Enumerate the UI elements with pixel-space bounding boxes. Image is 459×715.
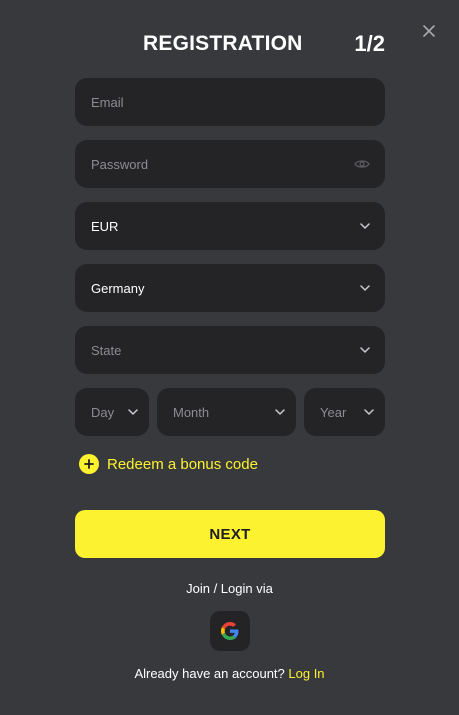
chevron-down-icon (364, 409, 374, 415)
year-placeholder: Year (320, 404, 347, 420)
join-login-text: Join / Login via (186, 581, 273, 596)
chevron-down-icon (275, 409, 285, 415)
eye-icon[interactable] (354, 159, 370, 170)
day-placeholder: Day (91, 404, 115, 420)
registration-modal: REGISTRATION 1/2 Email Password EUR Germ… (0, 0, 459, 715)
chevron-down-icon (128, 409, 138, 415)
next-button[interactable]: NEXT (75, 510, 385, 558)
step-indicator: 1/2 (354, 31, 385, 56)
close-icon (423, 25, 435, 37)
plus-icon (79, 454, 99, 474)
redeem-bonus-label: Redeem a bonus code (107, 455, 258, 473)
password-field[interactable]: Password (75, 140, 385, 188)
email-placeholder: Email (91, 94, 124, 110)
country-value: Germany (91, 280, 145, 296)
redeem-bonus-link[interactable]: Redeem a bonus code (79, 454, 258, 474)
google-icon (221, 622, 239, 640)
country-select[interactable]: Germany (75, 264, 385, 312)
modal-header: REGISTRATION 1/2 (75, 29, 385, 61)
account-prompt: Already have an account? Log In (0, 666, 459, 681)
chevron-down-icon (360, 285, 370, 291)
chevron-down-icon (360, 223, 370, 229)
chevron-down-icon (360, 347, 370, 353)
page-title: REGISTRATION (143, 32, 303, 55)
account-text: Already have an account? (134, 666, 285, 681)
email-field[interactable]: Email (75, 78, 385, 126)
month-placeholder: Month (173, 404, 210, 420)
currency-select[interactable]: EUR (75, 202, 385, 250)
birth-day-select[interactable]: Day (75, 388, 149, 436)
currency-value: EUR (91, 218, 119, 234)
birth-year-select[interactable]: Year (304, 388, 385, 436)
close-button[interactable] (419, 21, 439, 41)
password-placeholder: Password (91, 156, 149, 172)
state-placeholder: State (91, 342, 122, 358)
google-login-button[interactable] (210, 611, 250, 651)
birth-month-select[interactable]: Month (157, 388, 296, 436)
login-link[interactable]: Log In (288, 666, 324, 681)
state-select[interactable]: State (75, 326, 385, 374)
